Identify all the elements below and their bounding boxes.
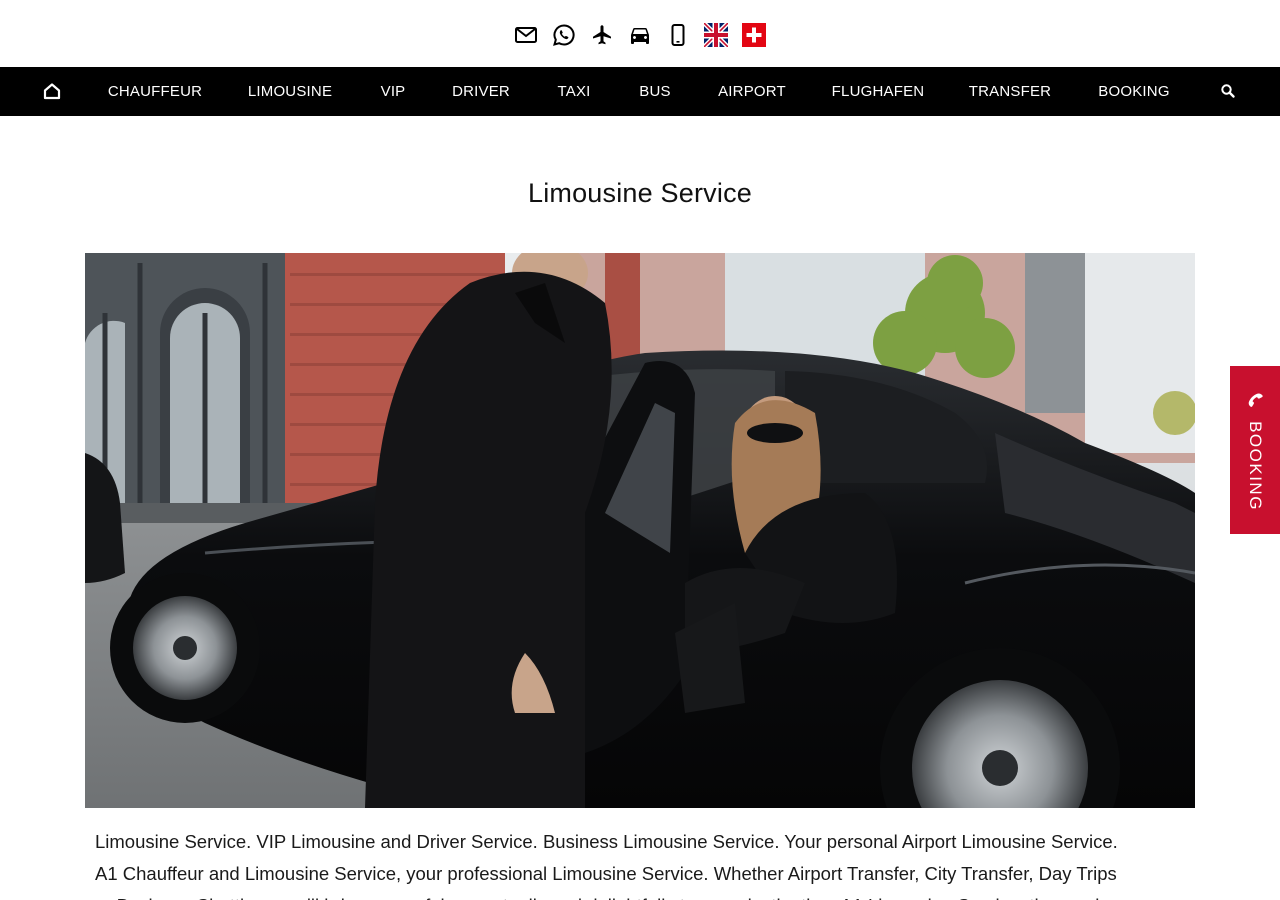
nav-item-flughafen[interactable]: FLUGHAFEN [832, 67, 925, 116]
swiss-flag-icon[interactable] [742, 22, 766, 47]
booking-tab-label: BOOKING [1246, 421, 1265, 511]
page-title: Limousine Service [527, 178, 752, 208]
uk-flag-icon[interactable] [704, 22, 728, 47]
nav-item-taxi[interactable]: TAXI [557, 67, 590, 116]
phone-icon [1245, 390, 1265, 410]
whatsapp-icon[interactable] [552, 23, 576, 47]
car-icon[interactable] [628, 23, 652, 47]
intro-text: Limousine Service. VIP Limousine and Dri… [95, 826, 1190, 900]
nav-item-bus[interactable]: BUS [639, 67, 670, 116]
nav-item-airport[interactable]: AIRPORT [718, 67, 786, 116]
intro-line: Limousine Service. VIP Limousine and Dri… [95, 831, 1118, 852]
mobile-phone-icon[interactable] [666, 23, 690, 47]
nav-item-driver[interactable]: DRIVER [452, 67, 510, 116]
nav-item-chauffeur[interactable]: CHAUFFEUR [108, 67, 202, 116]
hero-image [85, 253, 1195, 808]
home-icon[interactable] [42, 81, 62, 101]
nav-item-booking[interactable]: BOOKING [1098, 67, 1169, 116]
booking-side-tab[interactable]: BOOKING [1230, 366, 1280, 534]
intro-line: A1 Chauffeur and Limousine Service, your… [95, 863, 1117, 884]
main-navigation: CHAUFFEUR LIMOUSINE VIP DRIVER TAXI BUS … [0, 67, 1280, 116]
search-icon[interactable] [1219, 82, 1237, 100]
nav-item-transfer[interactable]: TRANSFER [969, 67, 1051, 116]
nav-item-vip[interactable]: VIP [381, 67, 406, 116]
intro-line: or Business Shuttle, we will bring you s… [95, 890, 1190, 900]
nav-item-limousine[interactable]: LIMOUSINE [248, 67, 332, 116]
contact-icon-bar [0, 0, 1280, 67]
airplane-icon[interactable] [590, 23, 614, 47]
mail-icon[interactable] [514, 23, 538, 47]
